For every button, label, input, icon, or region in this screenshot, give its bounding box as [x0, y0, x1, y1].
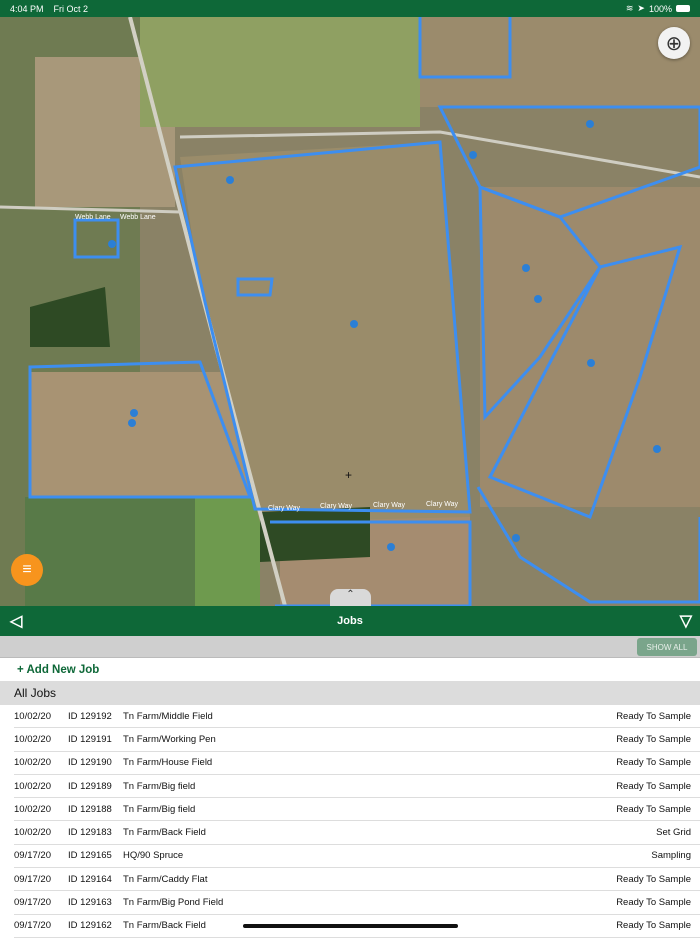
job-date: 09/17/20 [14, 920, 51, 932]
job-name: HQ/90 Spruce [123, 850, 184, 862]
job-date: 09/17/20 [14, 897, 51, 909]
crosshair-icon: + [345, 468, 352, 482]
job-id: ID 129164 [68, 873, 112, 885]
job-date: 10/02/20 [14, 827, 51, 839]
job-id: ID 129165 [68, 850, 112, 862]
job-id: ID 129190 [68, 757, 112, 769]
job-row[interactable]: 10/02/20 ID 129183 Tn Farm/Back Field Set G… [14, 821, 700, 845]
job-name: Tn Farm/Caddy Flat [123, 873, 208, 885]
job-row[interactable]: 10/02/20 ID 129191 Tn Farm/Working Pen Read… [14, 728, 700, 752]
job-name: Tn Farm/Big Pond Field [123, 897, 224, 909]
job-status: Set Grid [656, 827, 691, 839]
status-date: Fri Oct 2 [53, 3, 89, 14]
job-status: Ready To Sample [616, 710, 691, 722]
job-row[interactable]: 10/02/20 ID 129188 Tn Farm/Big field Ready … [14, 798, 700, 822]
wifi-icon: ≋ [625, 3, 634, 13]
job-id: ID 129189 [68, 780, 112, 792]
job-id: ID 129162 [68, 920, 112, 932]
hamburger-icon: ≡ [22, 561, 32, 578]
job-status: Ready To Sample [616, 897, 691, 909]
battery-icon [676, 5, 690, 12]
job-status: Ready To Sample [616, 757, 691, 769]
panel-drag-handle[interactable]: ⌃ [330, 589, 371, 606]
add-new-job-button[interactable]: + Add New Job [17, 659, 99, 681]
job-name: Tn Farm/House Field [123, 757, 213, 769]
jobs-nav-bar: ◁ Jobs ▽ [0, 606, 700, 636]
road-label: Webb Lane [120, 214, 156, 221]
job-date: 10/02/20 [14, 757, 51, 769]
job-name: Tn Farm/Working Pen [123, 733, 216, 745]
job-row[interactable]: 10/02/20 ID 129190 Tn Farm/House Field Read… [14, 752, 700, 775]
job-date: 10/02/20 [14, 780, 51, 792]
satellite-map[interactable]: Webb Lane Webb Lane Clary Way Clary Way … [0, 17, 700, 606]
job-name: Tn Farm/Middle Field [123, 710, 213, 722]
job-date: 09/17/20 [14, 873, 51, 885]
job-id: ID 129188 [68, 803, 112, 815]
chevron-up-icon: ⌃ [346, 589, 355, 600]
job-name: Tn Farm/Big field [123, 803, 196, 815]
job-row[interactable]: 10/02/20 ID 129192 Tn Farm/Middle Field Rea… [14, 705, 700, 729]
location-icon: ➤ [637, 3, 645, 13]
job-status: Ready To Sample [616, 920, 691, 932]
job-row[interactable]: 09/17/20 ID 129165 HQ/90 Spruce Sampling [14, 845, 700, 869]
job-name: Tn Farm/Big field [123, 780, 196, 792]
job-id: ID 129183 [68, 827, 112, 839]
menu-button[interactable]: ≡ [11, 554, 43, 586]
job-date: 10/02/20 [14, 803, 51, 815]
job-status: Ready To Sample [616, 780, 691, 792]
map-layer-globe-button[interactable]: ⊕ [658, 27, 690, 59]
page-title: Jobs [337, 615, 363, 627]
road-label: Clary Way [373, 502, 406, 509]
job-id: ID 129191 [68, 733, 112, 745]
job-row[interactable]: 09/17/20 ID 129164 Tn Farm/Caddy Flat Ready… [14, 868, 700, 892]
filter-icon[interactable]: ▽ [680, 611, 692, 631]
battery-percent: 100% [648, 3, 672, 14]
job-row[interactable]: 10/02/20 ID 129189 Tn Farm/Big field Ready … [14, 775, 700, 799]
road-label: Webb Lane [75, 214, 111, 221]
job-name: Tn Farm/Back Field [123, 827, 206, 839]
status-bar: 4:04 PM Fri Oct 2 ≋ ➤ 100% [0, 0, 700, 17]
job-id: ID 129192 [68, 710, 112, 722]
section-header: All Jobs [0, 681, 700, 705]
job-date: 09/17/20 [14, 850, 51, 862]
job-status: Ready To Sample [616, 733, 691, 745]
map-canvas: Webb Lane Webb Lane Clary Way Clary Way … [0, 17, 700, 606]
job-row[interactable]: 09/17/20 ID 129163 Tn Farm/Big Pond Field R… [14, 891, 700, 915]
job-date: 10/02/20 [14, 710, 51, 722]
job-status: Sampling [651, 850, 691, 862]
job-id: ID 129163 [68, 897, 112, 909]
jobs-toolbar: SHOW ALL [0, 636, 700, 658]
job-date: 10/02/20 [14, 733, 51, 745]
road-label: Clary Way [268, 505, 301, 512]
globe-icon: ⊕ [665, 32, 683, 55]
road-label: Clary Way [426, 501, 459, 508]
job-status: Ready To Sample [616, 803, 691, 815]
job-status: Ready To Sample [616, 873, 691, 885]
back-icon[interactable]: ◁ [10, 611, 22, 631]
home-indicator [243, 924, 458, 928]
show-all-button[interactable]: SHOW ALL [637, 638, 697, 656]
status-time: 4:04 PM [10, 3, 44, 14]
jobs-list: 10/02/20 ID 129192 Tn Farm/Middle Field Rea… [0, 705, 700, 938]
road-label: Clary Way [320, 503, 353, 510]
